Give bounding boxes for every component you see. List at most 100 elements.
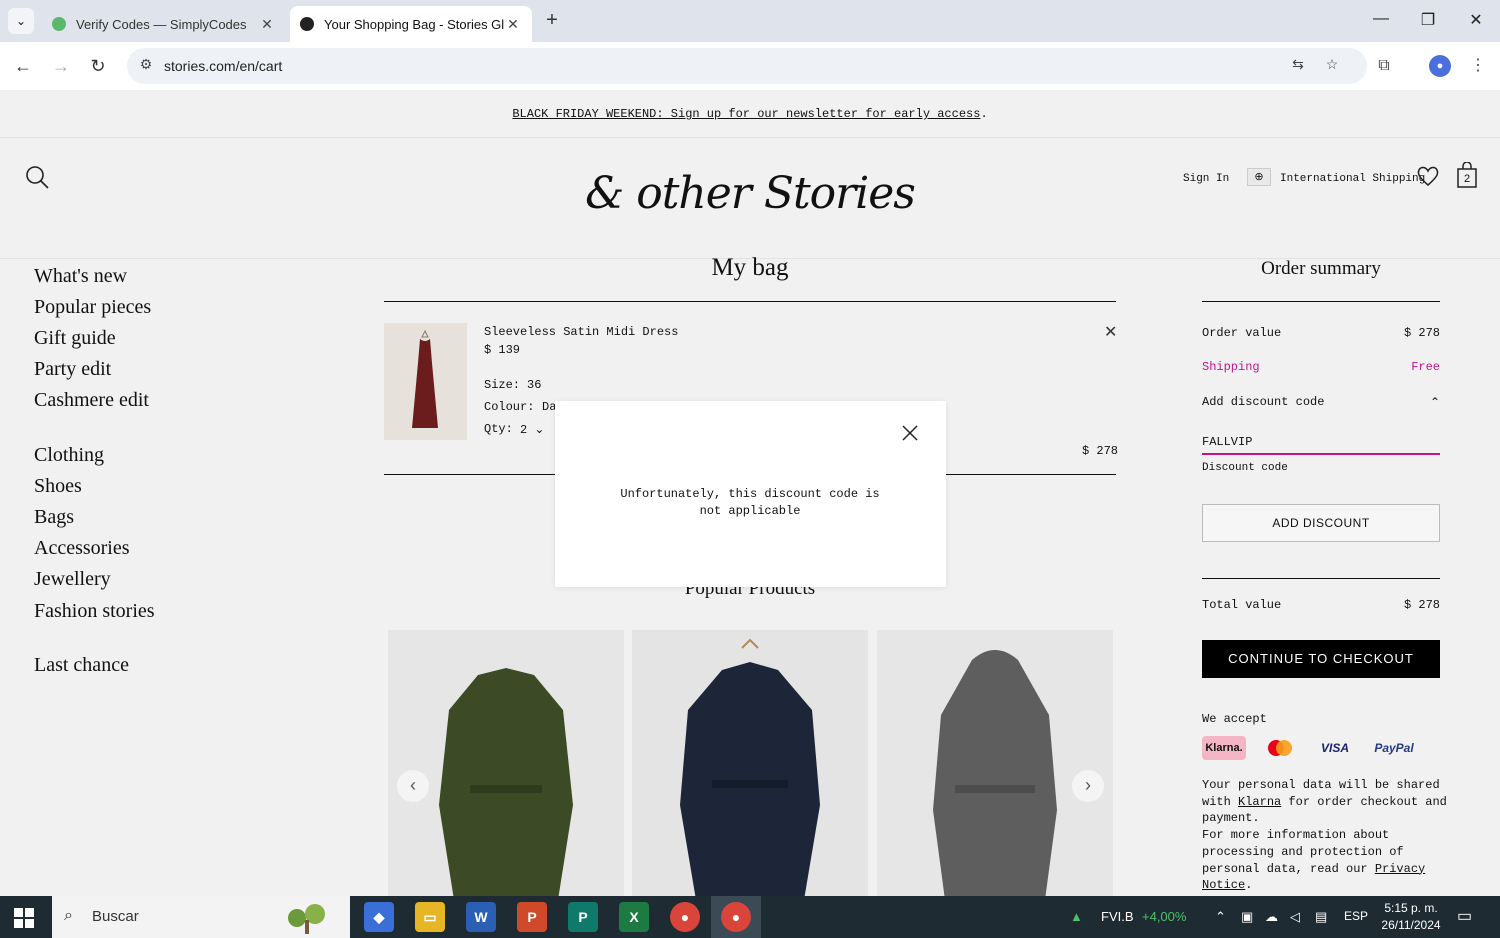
stock-trend-icon: ▲ xyxy=(1070,909,1083,924)
excel-app-icon[interactable]: X xyxy=(619,902,649,932)
discount-code-input[interactable]: FALLVIP xyxy=(1202,433,1440,455)
restore-icon[interactable]: ❐ xyxy=(1413,10,1443,30)
copilot-app-icon[interactable]: ◆ xyxy=(364,902,394,932)
order-summary-title: Order summary xyxy=(1261,258,1381,279)
nav-accessories[interactable]: Accessories xyxy=(34,537,130,560)
nav-jewellery[interactable]: Jewellery xyxy=(34,568,111,591)
product-card[interactable] xyxy=(877,630,1113,896)
item-name[interactable]: Sleeveless Satin Midi Dress xyxy=(484,325,678,339)
nav-last-chance[interactable]: Last chance xyxy=(34,654,129,677)
powerpoint-app-icon[interactable]: P xyxy=(517,902,547,932)
onedrive-cloud-icon[interactable]: ☁ xyxy=(1265,909,1278,925)
window-close-icon[interactable]: ✕ xyxy=(1461,10,1491,30)
url-text[interactable]: stories.com/en/cart xyxy=(164,58,282,74)
globe-icon[interactable]: ⊕ xyxy=(1247,168,1271,186)
search-icon[interactable] xyxy=(24,164,50,190)
stories-favicon-icon xyxy=(300,17,314,31)
translate-icon[interactable]: ⇆ xyxy=(1287,56,1309,76)
nav-whats-new[interactable]: What's new xyxy=(34,265,127,288)
size-value: 36 xyxy=(527,378,542,392)
profile-avatar-icon[interactable]: ● xyxy=(1429,55,1451,77)
bookmark-star-icon[interactable]: ☆ xyxy=(1321,56,1343,76)
item-price: $ 139 xyxy=(484,343,521,357)
nav-cashmere-edit[interactable]: Cashmere edit xyxy=(34,389,149,412)
file-explorer-icon[interactable]: ▭ xyxy=(415,902,445,932)
nav-bags[interactable]: Bags xyxy=(34,506,74,529)
tab-close-icon[interactable]: ✕ xyxy=(258,16,276,33)
remove-item-icon[interactable]: ✕ xyxy=(1104,322,1117,342)
browser-tab-bar: ⌄ Verify Codes — SimplyCodes ✕ Your Shop… xyxy=(0,0,1500,42)
windows-start-icon[interactable] xyxy=(14,908,34,928)
chrome-app-icon[interactable]: ● xyxy=(721,902,751,932)
qty-label: Qty: xyxy=(484,422,513,436)
new-tab-icon[interactable]: + xyxy=(540,9,564,33)
nav-shoes[interactable]: Shoes xyxy=(34,475,82,498)
international-shipping-link[interactable]: International Shipping xyxy=(1280,173,1425,185)
qty-value: 2 xyxy=(520,423,528,437)
simplycodes-favicon-icon xyxy=(52,17,66,31)
add-discount-button[interactable]: ADD DISCOUNT xyxy=(1202,504,1440,542)
visa-logo-icon: VISA xyxy=(1320,741,1349,755)
paypal-logo-icon: PayPal xyxy=(1374,741,1414,755)
carousel-next-icon[interactable]: › xyxy=(1072,770,1104,802)
discount-toggle-label: Add discount code xyxy=(1202,395,1325,409)
carousel-prev-icon[interactable]: ‹ xyxy=(397,770,429,802)
tab-close-icon[interactable]: ✕ xyxy=(504,16,522,33)
nav-popular-pieces[interactable]: Popular pieces xyxy=(34,296,151,319)
tab-stories[interactable]: Your Shopping Bag - Stories Gl ✕ xyxy=(290,6,532,42)
my-bag-title: My bag xyxy=(711,254,789,281)
total-value-label: Total value xyxy=(1202,598,1282,612)
extensions-icon[interactable]: ⧉ xyxy=(1372,54,1396,78)
back-icon[interactable]: ← xyxy=(11,54,35,78)
web-page: BLACK FRIDAY WEEKEND: Sign up for our ne… xyxy=(0,90,1500,896)
bag-count-badge: 2 xyxy=(1463,173,1471,185)
continue-to-checkout-button[interactable]: CONTINUE TO CHECKOUT xyxy=(1202,640,1440,678)
notifications-icon[interactable]: ▭ xyxy=(1457,906,1472,926)
sign-in-link[interactable]: Sign In xyxy=(1183,173,1229,185)
tab-title: Your Shopping Bag - Stories Gl xyxy=(324,16,504,32)
promo-banner: BLACK FRIDAY WEEKEND: Sign up for our ne… xyxy=(0,90,1500,138)
product-card[interactable] xyxy=(632,630,868,896)
modal-close-icon[interactable] xyxy=(898,421,922,445)
klarna-logo-icon: Klarna. xyxy=(1202,736,1246,760)
product-card[interactable] xyxy=(388,630,624,896)
reload-icon[interactable]: ↻ xyxy=(86,54,110,78)
personal-data-notice: Your personal data will be shared with K… xyxy=(1202,777,1450,894)
product-card-image xyxy=(388,630,624,896)
publisher-app-icon[interactable]: P xyxy=(568,902,598,932)
summary-mid-divider xyxy=(1202,578,1440,579)
site-logo[interactable]: & other Stories xyxy=(580,168,920,219)
language-indicator[interactable]: ESP xyxy=(1344,909,1368,923)
qty-select[interactable]: 2 ⌄ xyxy=(520,422,544,437)
discount-error-modal: Unfortunately, this discount code is not… xyxy=(555,401,946,587)
discount-code-label: Discount code xyxy=(1202,462,1288,474)
volume-icon[interactable]: ◁ xyxy=(1290,909,1300,925)
nav-gift-guide[interactable]: Gift guide xyxy=(34,327,116,350)
chrome-app-icon[interactable]: ● xyxy=(670,902,700,932)
bag-top-divider xyxy=(384,301,1116,302)
nav-clothing[interactable]: Clothing xyxy=(34,444,104,467)
nav-party-edit[interactable]: Party edit xyxy=(34,358,111,381)
address-bar[interactable]: ⚙ stories.com/en/cart ⇆ ☆ xyxy=(127,48,1367,84)
minimize-icon[interactable]: — xyxy=(1366,10,1396,28)
product-image[interactable] xyxy=(384,323,467,440)
tray-expand-icon[interactable]: ⌃ xyxy=(1215,909,1226,925)
nav-fashion-stories[interactable]: Fashion stories xyxy=(34,600,155,623)
we-accept-label: We accept xyxy=(1202,712,1267,726)
browser-menu-icon[interactable]: ⋮ xyxy=(1466,54,1490,78)
promo-suffix: . xyxy=(980,107,988,121)
meet-now-icon[interactable]: ▣ xyxy=(1241,909,1253,925)
newsletter-link[interactable]: BLACK FRIDAY WEEKEND: Sign up for our ne… xyxy=(512,107,980,121)
taskbar-search-box[interactable]: ⌕ Buscar xyxy=(52,896,350,938)
network-icon[interactable]: ▤ xyxy=(1315,909,1327,925)
tab-search-icon[interactable]: ⌄ xyxy=(8,8,34,34)
system-clock[interactable]: 5:15 p. m. 26/11/2024 xyxy=(1370,900,1452,934)
site-info-icon[interactable]: ⚙ xyxy=(135,56,157,76)
klarna-link[interactable]: Klarna xyxy=(1238,795,1281,809)
tab-simplycodes[interactable]: Verify Codes — SimplyCodes ✕ xyxy=(42,6,286,42)
stock-name[interactable]: FVI.B xyxy=(1101,909,1134,924)
forward-icon[interactable]: → xyxy=(49,54,73,78)
wishlist-heart-icon[interactable] xyxy=(1416,164,1440,188)
clock-time: 5:15 p. m. xyxy=(1384,901,1438,915)
word-app-icon[interactable]: W xyxy=(466,902,496,932)
